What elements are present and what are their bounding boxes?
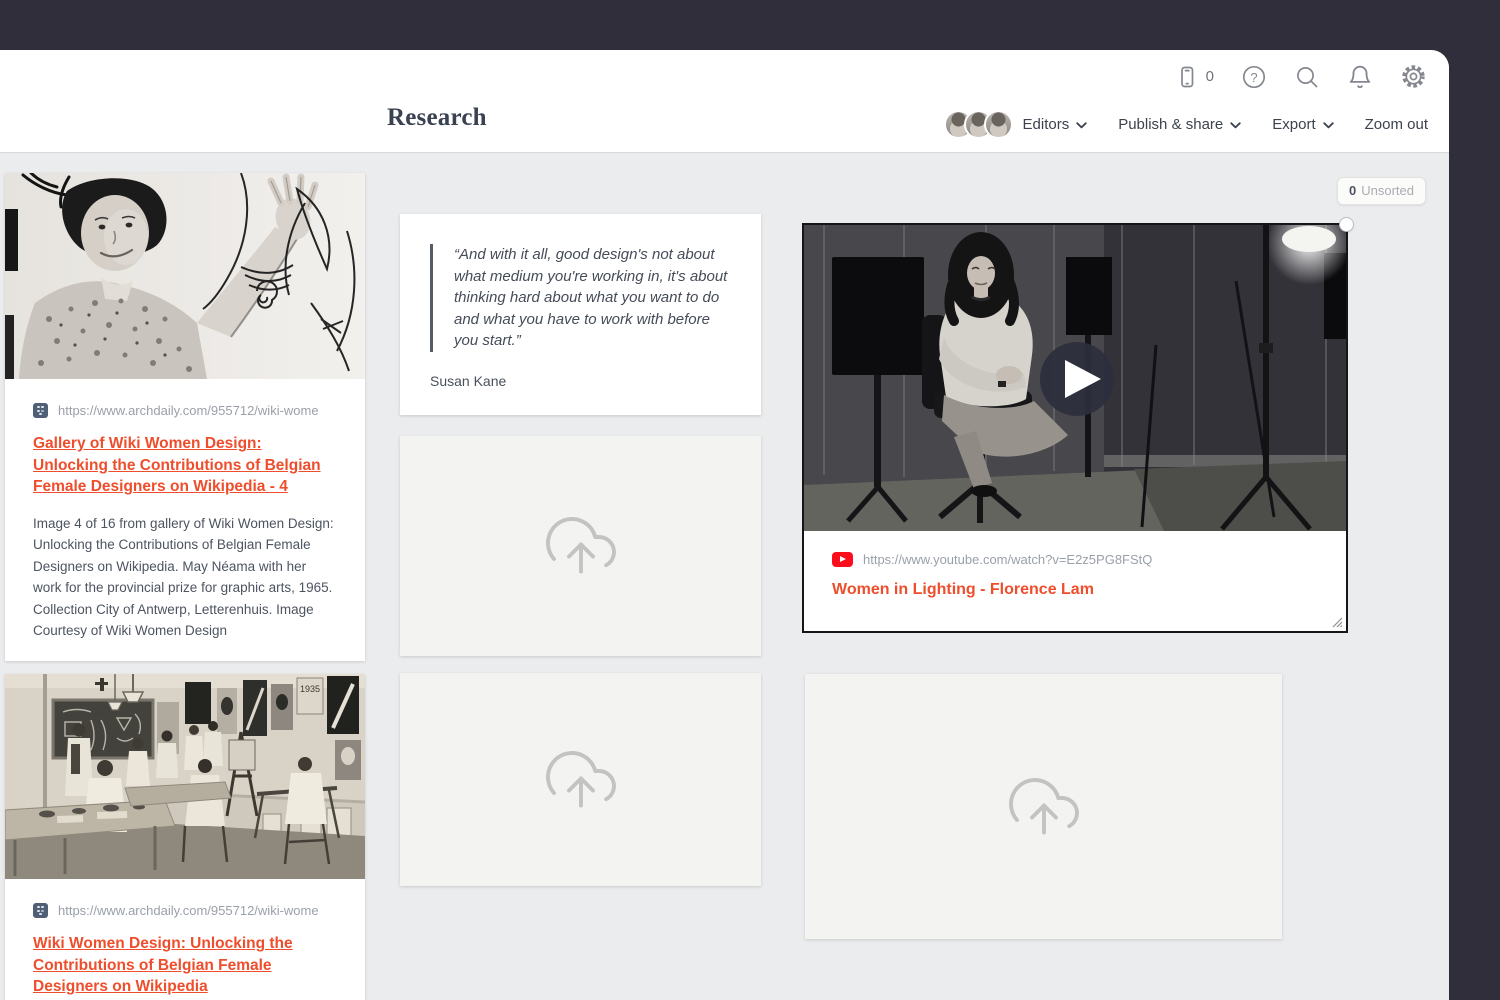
quote-card[interactable]: “And with it all, good design's not abou… [400,214,761,415]
publish-share-label: Publish & share [1118,116,1223,133]
link-card-1-image [5,173,365,379]
export-menu[interactable]: Export [1272,116,1333,133]
link-card-1-title[interactable]: Gallery of Wiki Women Design: Unlocking … [33,433,337,498]
video-url-row: https://www.youtube.com/watch?v=E2z5PG8F… [832,550,1318,568]
page-title: Research [387,104,487,132]
video-card[interactable]: https://www.youtube.com/watch?v=E2z5PG8F… [802,223,1348,633]
svg-text:?: ? [1250,70,1257,85]
selection-handle[interactable] [1340,218,1353,231]
unsorted-label: Unsorted [1361,183,1414,198]
video-url: https://www.youtube.com/watch?v=E2z5PG8F… [863,552,1152,567]
upload-placeholder-card-2[interactable] [400,673,761,886]
link-card-2[interactable]: 1935 [5,674,365,1000]
cloud-upload-icon [1008,771,1080,843]
archdaily-favicon-icon [33,403,48,418]
svg-text:1935: 1935 [300,684,320,694]
board-header: Research 0 ? [0,50,1449,152]
zoom-out-label: Zoom out [1365,116,1428,133]
quote-author: Susan Kane [430,373,731,389]
link-card-2-url-row: https://www.archdaily.com/955712/wiki-wo… [33,901,337,919]
editor-avatars [944,110,1013,139]
upload-placeholder-card-1[interactable] [400,436,761,656]
unsorted-badge[interactable]: 0 Unsorted [1337,177,1426,205]
chevron-down-icon [1230,122,1241,129]
unsorted-count: 0 [1349,183,1356,198]
quote-text: “And with it all, good design's not abou… [430,244,731,352]
topbar-icon-row: 0 ? [1175,63,1427,90]
avatar [984,110,1013,139]
upload-placeholder-card-3[interactable] [805,674,1282,939]
mobile-uploads-count: 0 [1206,68,1214,85]
link-card-1[interactable]: https://www.archdaily.com/955712/wiki-wo… [5,173,365,661]
link-card-1-description: Image 4 of 16 from gallery of Wiki Women… [33,513,337,642]
app-window: Research 0 ? [0,50,1449,1000]
link-card-1-url-row: https://www.archdaily.com/955712/wiki-wo… [33,401,337,419]
editors-label: Editors [1023,116,1070,133]
editors-menu[interactable]: Editors [944,110,1088,139]
link-card-2-url: https://www.archdaily.com/955712/wiki-wo… [58,903,319,918]
notifications-bell-icon[interactable] [1347,64,1373,90]
search-icon[interactable] [1294,64,1320,90]
link-card-2-image: 1935 [5,674,365,879]
export-label: Export [1272,116,1315,133]
mobile-phone-icon [1175,65,1199,89]
chevron-down-icon [1076,122,1087,129]
help-icon[interactable]: ? [1241,64,1267,90]
archdaily-favicon-icon [33,903,48,918]
link-card-1-url: https://www.archdaily.com/955712/wiki-wo… [58,403,319,418]
link-card-2-title[interactable]: Wiki Women Design: Unlocking the Contrib… [33,933,337,998]
zoom-out-button[interactable]: Zoom out [1365,116,1428,133]
header-menu-row: Editors Publish & share Export Zoom out [944,110,1428,139]
cloud-upload-icon [545,510,617,582]
video-thumbnail [804,225,1346,531]
mobile-uploads-button[interactable]: 0 [1175,65,1214,89]
settings-gear-icon[interactable] [1400,63,1427,90]
chevron-down-icon [1323,122,1334,129]
cloud-upload-icon [545,744,617,816]
board-canvas[interactable]: 0 Unsorted [0,152,1449,1000]
publish-share-menu[interactable]: Publish & share [1118,116,1241,133]
youtube-favicon-icon [832,552,853,567]
resize-handle-icon[interactable] [1330,615,1343,628]
video-title[interactable]: Women in Lighting - Florence Lam [832,581,1318,599]
